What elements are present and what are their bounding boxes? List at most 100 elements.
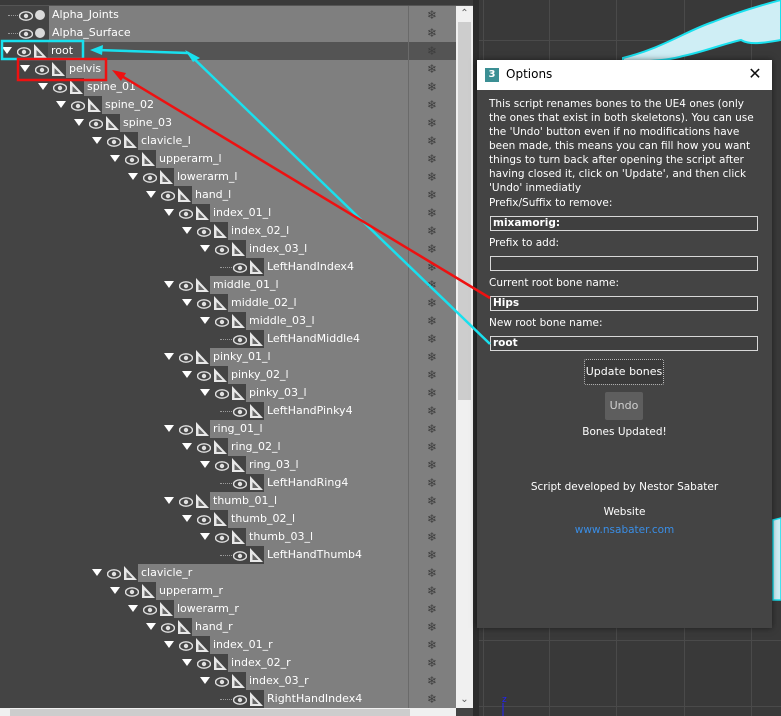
tree-row[interactable]: RightHandIndex4 ❄	[0, 690, 456, 708]
tree-row[interactable]: middle_01_l ❄	[0, 276, 456, 294]
visibility-eye-icon[interactable]	[214, 242, 230, 256]
tree-item-label[interactable]: pinky_03_l	[249, 385, 307, 401]
freeze-icon[interactable]: ❄	[426, 584, 438, 598]
freeze-icon[interactable]: ❄	[426, 566, 438, 580]
scrollbar-thumb[interactable]	[458, 22, 471, 400]
tree-item-label[interactable]: Alpha_Joints	[52, 7, 119, 23]
tree-row[interactable]: lowerarm_l ❄	[0, 168, 456, 186]
visibility-eye-icon[interactable]	[214, 458, 230, 472]
freeze-icon[interactable]: ❄	[426, 242, 438, 256]
expand-triangle-icon[interactable]	[74, 119, 84, 126]
tree-item-label[interactable]: upperarm_l	[159, 151, 222, 167]
tree-row[interactable]: LeftHandThumb4 ❄	[0, 546, 456, 564]
freeze-icon[interactable]: ❄	[426, 476, 438, 490]
tree-item-label[interactable]: middle_02_l	[231, 295, 297, 311]
freeze-icon[interactable]: ❄	[426, 260, 438, 274]
freeze-icon[interactable]: ❄	[426, 638, 438, 652]
expand-triangle-icon[interactable]	[110, 587, 120, 594]
tree-row[interactable]: clavicle_l ❄	[0, 132, 456, 150]
visibility-eye-icon[interactable]	[178, 638, 194, 652]
tree-row[interactable]: pinky_03_l ❄	[0, 384, 456, 402]
expand-triangle-icon[interactable]	[164, 425, 174, 432]
freeze-icon[interactable]: ❄	[426, 422, 438, 436]
visibility-eye-icon[interactable]	[88, 116, 104, 130]
tree-item-label[interactable]: spine_03	[123, 115, 172, 131]
freeze-icon[interactable]: ❄	[426, 80, 438, 94]
outliner-horizontal-scrollbar[interactable]	[0, 708, 456, 716]
visibility-eye-icon[interactable]	[214, 314, 230, 328]
freeze-icon[interactable]: ❄	[426, 440, 438, 454]
scroll-up-button[interactable]: ⌃	[456, 6, 473, 22]
freeze-icon[interactable]: ❄	[426, 296, 438, 310]
freeze-icon[interactable]: ❄	[426, 692, 438, 706]
expand-triangle-icon[interactable]	[92, 569, 102, 576]
expand-triangle-icon[interactable]	[164, 281, 174, 288]
freeze-icon[interactable]: ❄	[426, 278, 438, 292]
freeze-icon[interactable]: ❄	[426, 458, 438, 472]
tree-item-label[interactable]: index_01_r	[213, 637, 273, 653]
tree-row[interactable]: ring_03_l ❄	[0, 456, 456, 474]
tree-row[interactable]: thumb_02_l ❄	[0, 510, 456, 528]
tree-item-label[interactable]: hand_r	[195, 619, 233, 635]
tree-item-label[interactable]: ring_01_l	[213, 421, 263, 437]
tree-item-label[interactable]: lowerarm_r	[177, 601, 239, 617]
visibility-eye-icon[interactable]	[142, 602, 158, 616]
tree-item-label[interactable]: index_02_r	[231, 655, 291, 671]
tree-item-label[interactable]: LeftHandPinky4	[267, 403, 353, 419]
expand-triangle-icon[interactable]	[56, 101, 66, 108]
freeze-icon[interactable]: ❄	[426, 656, 438, 670]
expand-triangle-icon[interactable]	[20, 65, 30, 72]
visibility-eye-icon[interactable]	[232, 260, 248, 274]
visibility-eye-icon[interactable]	[196, 224, 212, 238]
tree-row[interactable]: ring_01_l ❄	[0, 420, 456, 438]
freeze-icon[interactable]: ❄	[426, 314, 438, 328]
visibility-eye-icon[interactable]	[124, 584, 140, 598]
visibility-eye-icon[interactable]	[232, 476, 248, 490]
expand-triangle-icon[interactable]	[182, 227, 192, 234]
visibility-eye-icon[interactable]	[18, 26, 34, 40]
expand-triangle-icon[interactable]	[38, 83, 48, 90]
visibility-eye-icon[interactable]	[18, 8, 34, 22]
expand-triangle-icon[interactable]	[2, 47, 12, 54]
tree-row[interactable]: index_01_r ❄	[0, 636, 456, 654]
outliner-vertical-scrollbar[interactable]: ⌃ ⌄	[456, 6, 473, 708]
visibility-eye-icon[interactable]	[178, 350, 194, 364]
visibility-eye-icon[interactable]	[214, 674, 230, 688]
tree-row[interactable]: pelvis ❄	[0, 60, 456, 78]
tree-row[interactable]: middle_02_l ❄	[0, 294, 456, 312]
expand-triangle-icon[interactable]	[182, 515, 192, 522]
tree-row[interactable]: index_01_l ❄	[0, 204, 456, 222]
tree-item-label[interactable]: root	[51, 43, 73, 59]
expand-triangle-icon[interactable]	[200, 245, 210, 252]
tree-item-label[interactable]: ring_03_l	[249, 457, 299, 473]
tree-row[interactable]: spine_01 ❄	[0, 78, 456, 96]
tree-row[interactable]: LeftHandMiddle4 ❄	[0, 330, 456, 348]
tree-row[interactable]: Alpha_Joints ❄	[0, 6, 456, 24]
prefix-add-input[interactable]	[490, 256, 758, 271]
freeze-icon[interactable]: ❄	[426, 98, 438, 112]
visibility-eye-icon[interactable]	[178, 206, 194, 220]
expand-triangle-icon[interactable]	[164, 497, 174, 504]
visibility-eye-icon[interactable]	[196, 368, 212, 382]
freeze-icon[interactable]: ❄	[426, 62, 438, 76]
tree-row[interactable]: hand_r ❄	[0, 618, 456, 636]
tree-item-label[interactable]: spine_02	[105, 97, 154, 113]
tree-row[interactable]: LeftHandPinky4 ❄	[0, 402, 456, 420]
visibility-eye-icon[interactable]	[196, 656, 212, 670]
tree-item-label[interactable]: lowerarm_l	[177, 169, 237, 185]
tree-row[interactable]: thumb_03_l ❄	[0, 528, 456, 546]
tree-item-label[interactable]: middle_03_l	[249, 313, 315, 329]
expand-triangle-icon[interactable]	[200, 677, 210, 684]
tree-item-label[interactable]: LeftHandIndex4	[267, 259, 354, 275]
tree-row[interactable]: ring_02_l ❄	[0, 438, 456, 456]
website-link[interactable]: www.nsabater.com	[477, 524, 772, 536]
freeze-icon[interactable]: ❄	[426, 26, 438, 40]
visibility-eye-icon[interactable]	[214, 530, 230, 544]
expand-triangle-icon[interactable]	[200, 461, 210, 468]
tree-item-label[interactable]: pinky_02_l	[231, 367, 289, 383]
expand-triangle-icon[interactable]	[146, 623, 156, 630]
freeze-icon[interactable]: ❄	[426, 224, 438, 238]
prefix-suffix-remove-input[interactable]: mixamorig:	[490, 216, 758, 231]
tree-row[interactable]: lowerarm_r ❄	[0, 600, 456, 618]
tree-item-label[interactable]: Alpha_Surface	[52, 25, 131, 41]
